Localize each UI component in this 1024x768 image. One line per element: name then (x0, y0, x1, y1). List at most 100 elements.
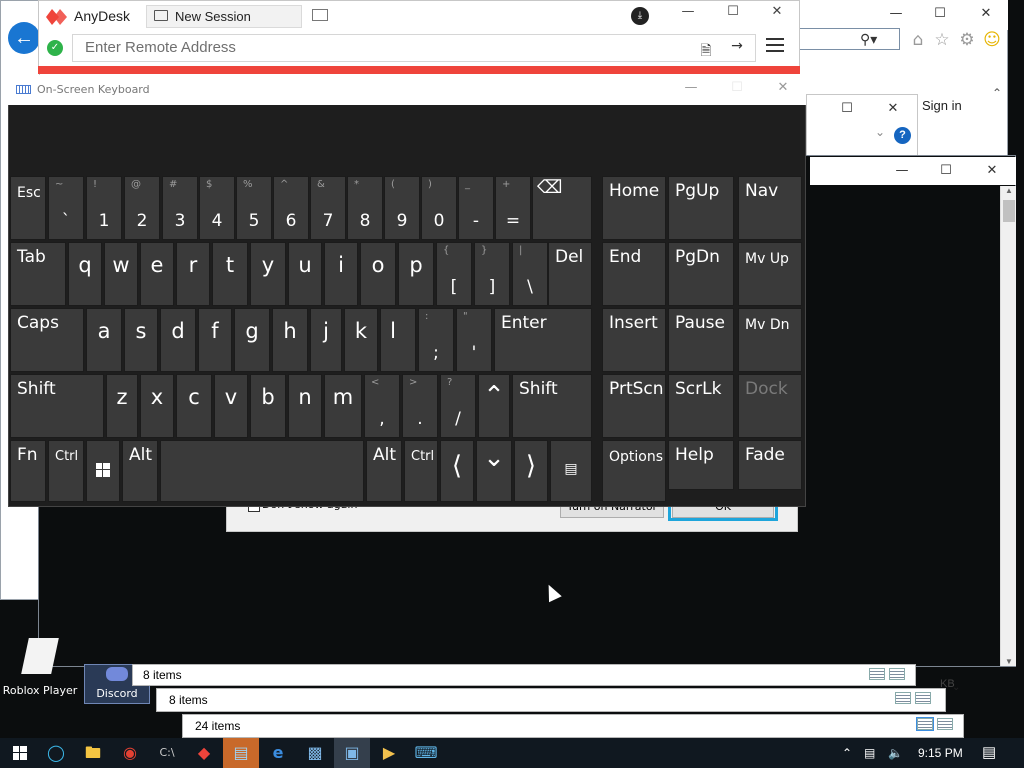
anydesk-maximize-icon[interactable]: ☐ (713, 4, 753, 19)
dark-scrollbar[interactable]: ▲ ▼ (1000, 186, 1016, 666)
key-mv-dn[interactable]: Mv Dn (738, 308, 802, 372)
browser-address-remnant[interactable]: ⚲▾ (800, 28, 900, 50)
key-s[interactable]: s (124, 308, 158, 372)
network-taskbar-icon[interactable]: ▩ (297, 738, 333, 768)
osk-minimize-icon[interactable]: — (676, 80, 706, 95)
key-up-arrow[interactable]: ⌃ (478, 374, 510, 438)
key-space[interactable] (160, 440, 364, 502)
remote-address-input[interactable]: Enter Remote Address (72, 34, 756, 62)
key-nav[interactable]: Nav (738, 176, 802, 240)
key-g[interactable]: g (234, 308, 270, 372)
connect-arrow-icon[interactable]: → (727, 38, 747, 54)
clock[interactable]: 9:15 PM (918, 738, 963, 768)
key-y[interactable]: y (250, 242, 286, 306)
edge-taskbar-icon[interactable]: ◯ (38, 738, 74, 768)
key-backslash[interactable]: | \ (512, 242, 548, 306)
key-esc[interactable]: Esc (10, 176, 46, 240)
desktop-icon-roblox-player[interactable]: Roblox Player (0, 638, 80, 697)
key-8[interactable]: * 8 (347, 176, 383, 240)
search-icon[interactable]: ⚲▾ (860, 31, 877, 48)
key-prtscn[interactable]: PrtScn (602, 374, 666, 438)
key-r[interactable]: r (176, 242, 210, 306)
file-transfer-icon[interactable]: 🗎 (696, 40, 716, 64)
key-left-arrow[interactable]: ⟨ (440, 440, 474, 502)
tab-new-session[interactable]: New Session (146, 5, 302, 28)
back-arrow-icon[interactable]: ← (8, 22, 40, 54)
new-tab-icon[interactable] (312, 9, 328, 21)
settings-gear-icon[interactable]: ⚙ (955, 28, 979, 52)
scroll-down-icon[interactable]: ▼ (1001, 657, 1017, 666)
help-icon[interactable]: ? (894, 127, 911, 144)
key-w[interactable]: w (104, 242, 138, 306)
key-a[interactable]: a (86, 308, 122, 372)
key-9[interactable]: (9 (384, 176, 420, 240)
desktop-icon-roblox[interactable]: Roblox (0, 572, 40, 593)
key-t[interactable]: t (212, 242, 248, 306)
key-f[interactable]: f (198, 308, 232, 372)
chrome-taskbar-icon[interactable]: ◉ (112, 738, 148, 768)
key-windows[interactable] (86, 440, 120, 502)
scroll-up-arrow-icon[interactable]: ⌃ (988, 86, 1006, 146)
key-pause[interactable]: Pause (668, 308, 734, 372)
key-p[interactable]: p (398, 242, 434, 306)
minimize-icon[interactable]: — (876, 0, 916, 28)
key-d[interactable]: d (160, 308, 196, 372)
dark-maximize-icon[interactable]: ☐ (926, 157, 966, 185)
anydesk-taskbar-icon[interactable]: ◆ (186, 738, 222, 768)
key-fade[interactable]: Fade (738, 440, 802, 490)
large-icons-view-icon[interactable] (915, 692, 931, 704)
key-v[interactable]: v (214, 374, 248, 438)
key-insert[interactable]: Insert (602, 308, 666, 372)
key-u[interactable]: u (288, 242, 322, 306)
osk-close-icon[interactable]: ✕ (768, 80, 798, 95)
key-right-arrow[interactable]: ⟩ (514, 440, 548, 502)
key-n[interactable]: n (288, 374, 322, 438)
favorites-star-icon[interactable]: ☆ (930, 28, 954, 52)
key-options[interactable]: Options (602, 440, 666, 502)
key-0[interactable]: ) 0 (421, 176, 457, 240)
key-quote[interactable]: " ' (456, 308, 492, 372)
anydesk-minimize-icon[interactable]: — (668, 4, 708, 19)
key-help[interactable]: Help (668, 440, 734, 490)
key-i[interactable]: i (324, 242, 358, 306)
key-enter[interactable]: Enter (494, 308, 592, 372)
home-icon[interactable]: ⌂ (906, 28, 930, 52)
anydesk-close-icon[interactable]: ✕ (757, 4, 797, 19)
key-4[interactable]: $4 (199, 176, 235, 240)
large-icons-view-icon[interactable] (889, 668, 905, 680)
key-minus[interactable]: _ - (458, 176, 494, 240)
key-2[interactable]: @2 (124, 176, 160, 240)
key-slash[interactable]: ? / (440, 374, 476, 438)
remote-app-taskbar-icon[interactable]: ▣ (334, 738, 370, 768)
key-c[interactable]: c (176, 374, 212, 438)
chevron-down-icon[interactable]: ⌄ (875, 125, 885, 139)
key-l[interactable]: l (380, 308, 416, 372)
key-right-ctrl[interactable]: Ctrl (404, 440, 438, 502)
osk-maximize-icon[interactable]: ☐ (722, 80, 752, 95)
key-m[interactable]: m (324, 374, 362, 438)
key-caps[interactable]: Caps (10, 308, 84, 372)
key-right-shift[interactable]: Shift (512, 374, 592, 438)
inner-maximize-icon[interactable]: ☐ (827, 95, 867, 123)
key-left-shift[interactable]: Shift (10, 374, 104, 438)
key-b[interactable]: b (250, 374, 286, 438)
scroll-up-icon[interactable]: ▲ (1001, 186, 1017, 195)
key-left-alt[interactable]: Alt (122, 440, 158, 502)
key-semicolon[interactable]: :; (418, 308, 454, 372)
key-period[interactable]: >. (402, 374, 438, 438)
details-view-icon[interactable] (869, 668, 885, 680)
hamburger-menu-icon[interactable] (766, 38, 784, 56)
key-h[interactable]: h (272, 308, 308, 372)
start-button[interactable] (2, 738, 38, 768)
key-menu[interactable]: ▤ (550, 440, 592, 502)
key-mv-up[interactable]: Mv Up (738, 242, 802, 306)
file-explorer-taskbar-icon[interactable]: 🖿 (75, 738, 111, 768)
key-tab[interactable]: Tab (10, 242, 66, 306)
internet-explorer-taskbar-icon[interactable]: e (260, 738, 296, 768)
key-equals[interactable]: + = (495, 176, 531, 240)
maximize-icon[interactable]: ☐ (920, 0, 960, 28)
key-q[interactable]: q (68, 242, 102, 306)
key-o[interactable]: o (360, 242, 396, 306)
key-dock[interactable]: Dock (738, 374, 802, 438)
key-pgup[interactable]: PgUp (668, 176, 734, 240)
